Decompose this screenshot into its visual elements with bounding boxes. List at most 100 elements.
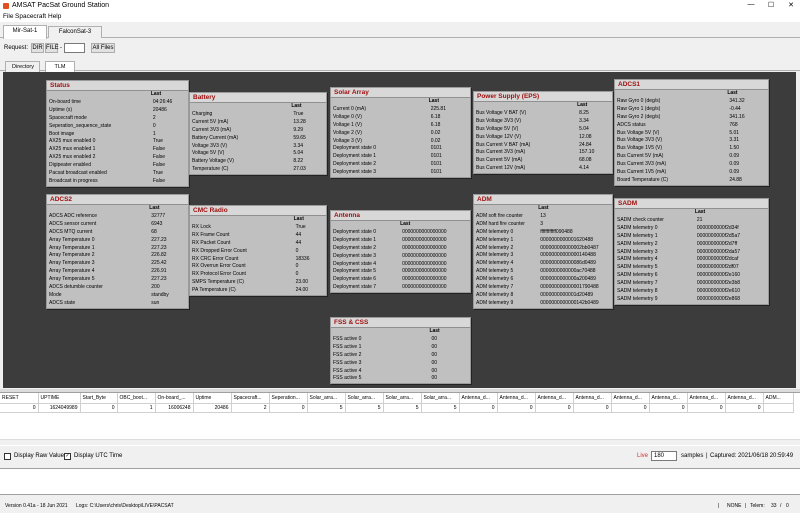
- grid-column-header[interactable]: ADM...: [763, 393, 794, 404]
- telemetry-value: -0.44: [729, 105, 741, 112]
- telemetry-row: SMPS Temperature (C) 23.00: [190, 279, 326, 287]
- telemetry-value: 0.02: [430, 137, 441, 144]
- maximize-button[interactable]: ☐: [764, 1, 778, 9]
- grid-column-header[interactable]: Solar_arra...: [307, 393, 346, 404]
- samples-input[interactable]: 180: [651, 451, 677, 461]
- menu-file[interactable]: File: [3, 13, 13, 20]
- telemetry-value: 1: [152, 130, 156, 137]
- telem-count: 33: [771, 503, 777, 509]
- grid-cell[interactable]: 16006248: [155, 403, 194, 413]
- telemetry-label: ADM telemetry 2: [476, 244, 514, 251]
- raw-values-checkbox[interactable]: [4, 453, 11, 460]
- grid-column-header[interactable]: Spacecraft...: [231, 393, 270, 404]
- grid-cell[interactable]: 0: [459, 403, 498, 413]
- grid-column-header[interactable]: Solar_arra...: [421, 393, 460, 404]
- grid-column-header[interactable]: Antenna_d...: [573, 393, 612, 404]
- grid-column-header[interactable]: Solar_arra...: [345, 393, 384, 404]
- grid-column-header[interactable]: RESET: [0, 393, 39, 404]
- grid-cell[interactable]: 0: [535, 403, 574, 413]
- eps-panel: Power Supply (EPS) Last Bus Voltage V BAT …: [473, 91, 613, 175]
- grid-cell[interactable]: 0: [611, 403, 650, 413]
- grid-cell[interactable]: 0: [687, 403, 726, 413]
- telemetry-label: ADM telemetry 6: [476, 276, 514, 283]
- grid-column-header[interactable]: Antenna_d...: [725, 393, 764, 404]
- file-id-input[interactable]: [64, 43, 85, 53]
- telemetry-row: FSS active 3 00: [331, 360, 470, 368]
- grid-column-header[interactable]: Antenna_d...: [459, 393, 498, 404]
- telemetry-value: 0000000000f2e610: [696, 288, 741, 295]
- grid-cell[interactable]: 1624049989: [38, 403, 81, 413]
- grid-horizontal-scrollbar[interactable]: [0, 439, 800, 445]
- grid-column-header[interactable]: Antenna_d...: [535, 393, 574, 404]
- telemetry-label: Battery Current (mA): [192, 134, 239, 141]
- grid-cell[interactable]: 0: [573, 403, 612, 413]
- grid-column-header[interactable]: UPTIME: [38, 393, 81, 404]
- close-button[interactable]: ✕: [784, 1, 798, 9]
- telemetry-value: 6.18: [430, 113, 441, 120]
- telemetry-value: 227.23: [151, 276, 167, 283]
- telemetry-value: 5.04: [579, 125, 589, 132]
- battery-panel: Battery Last Charging True Current 5V (mA) 13…: [189, 92, 327, 176]
- request-bar: Request: DIR FILE - All Files: [0, 42, 800, 54]
- telemetry-value: 00000000000000140488: [540, 252, 596, 259]
- telemetry-label: Bus Voltage 1V5 (V): [617, 145, 663, 152]
- grid-column-header[interactable]: Seperation...: [269, 393, 308, 404]
- grid-cell[interactable]: 1: [117, 403, 156, 413]
- grid-cell[interactable]: 0: [80, 403, 118, 413]
- telemetry-value: 44: [295, 239, 302, 246]
- telemetry-label: Voltage 3 (V): [333, 137, 362, 144]
- telemetry-row: ADM hard fire counter 3: [474, 221, 612, 229]
- telemetry-label: ADCS ADC reference: [49, 212, 98, 219]
- menu-spacecraft[interactable]: Spacecraft: [15, 13, 46, 20]
- grid-cell[interactable]: 0: [725, 403, 764, 413]
- grid-cell[interactable]: 2: [231, 403, 270, 413]
- grid-column-header[interactable]: Antenna_d...: [611, 393, 650, 404]
- telemetry-row: ADCS MTQ current 68: [47, 229, 188, 237]
- telemetry-label: SADM telemetry 8: [617, 288, 658, 295]
- telemetry-row: SADM telemetry 6 0000000000f2e160: [615, 272, 768, 280]
- telemetry-row: Array Temperature 2 226.82: [47, 252, 188, 260]
- telemetry-row: RX Frame Count 44: [190, 232, 326, 240]
- grid-column-header[interactable]: OBC_boot...: [117, 393, 156, 404]
- grid-column-header[interactable]: Antenna_d...: [497, 393, 536, 404]
- file-button[interactable]: FILE: [45, 43, 59, 53]
- grid-cell[interactable]: 5: [383, 403, 422, 413]
- tab-directory[interactable]: Directory: [5, 61, 40, 72]
- tab-mir-sat-1[interactable]: Mir-Sat-1: [3, 25, 47, 39]
- tab-tlm[interactable]: TLM: [45, 61, 75, 72]
- telemetry-label: ADM telemetry 9: [476, 299, 514, 306]
- grid-cell[interactable]: [763, 403, 794, 413]
- grid-column-header[interactable]: On-board_...: [155, 393, 194, 404]
- menu-help[interactable]: Help: [48, 13, 61, 20]
- minimize-button[interactable]: —: [744, 1, 758, 8]
- telemetry-value: 0000000000f2d7ff: [696, 240, 738, 247]
- grid-cell[interactable]: 0: [497, 403, 536, 413]
- telemetry-label: Spacecraft mode: [49, 114, 87, 121]
- grid-cell[interactable]: 5: [345, 403, 384, 413]
- tab-falconsat-3[interactable]: FalconSat-3: [48, 26, 102, 38]
- title-bar: AMSAT PacSat Ground Station — ☐ ✕: [0, 0, 800, 12]
- telemetry-label: RX Frame Count: [192, 231, 230, 238]
- telemetry-value: 0.02: [430, 129, 441, 136]
- grid-column-header[interactable]: Uptime: [193, 393, 232, 404]
- telemetry-row: FSS active 1 00: [331, 344, 470, 352]
- dir-button[interactable]: DIR: [31, 43, 44, 53]
- panel-title: CMC Radio: [190, 206, 326, 216]
- telemetry-row: Bus Current V BAT (mA) 24.84: [474, 142, 612, 150]
- telemetry-value: 0000000000000000: [402, 260, 447, 267]
- separator: |: [745, 503, 747, 509]
- grid-cell[interactable]: 0: [269, 403, 308, 413]
- panel-title: Antenna: [331, 211, 470, 221]
- utc-time-checkbox[interactable]: ✓: [64, 453, 71, 460]
- grid-column-header[interactable]: Start_Byte: [80, 393, 118, 404]
- grid-cell[interactable]: 0: [0, 403, 39, 413]
- grid-cell[interactable]: 0: [649, 403, 688, 413]
- grid-column-header[interactable]: Antenna_d...: [649, 393, 688, 404]
- grid-column-header[interactable]: Solar_arra...: [383, 393, 422, 404]
- telemetry-value: 0101: [430, 169, 442, 176]
- grid-cell[interactable]: 20486: [193, 403, 232, 413]
- all-files-button[interactable]: All Files: [91, 43, 115, 53]
- grid-column-header[interactable]: Antenna_d...: [687, 393, 726, 404]
- grid-cell[interactable]: 5: [307, 403, 346, 413]
- grid-cell[interactable]: 5: [421, 403, 460, 413]
